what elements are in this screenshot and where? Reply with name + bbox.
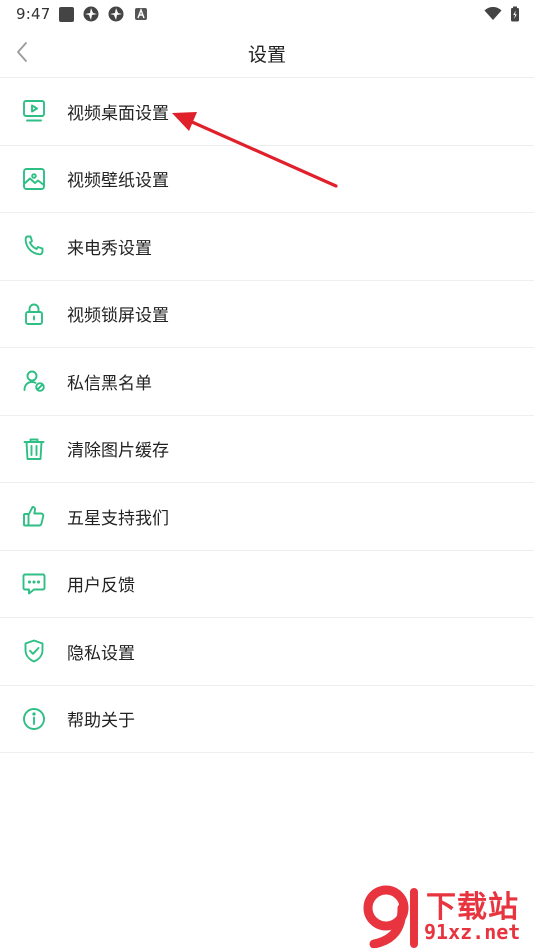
settings-item-label: 视频壁纸设置	[67, 171, 169, 192]
settings-list: 视频桌面设置 视频壁纸设置 来电秀设置 视频锁屏设置 私信黑名单 清除图片缓存 …	[0, 78, 534, 753]
status-time: 9:47	[16, 5, 51, 23]
settings-item-label: 来电秀设置	[67, 238, 152, 259]
settings-item-label: 清除图片缓存	[67, 441, 169, 462]
watermark-logo: 下载站 91xz.net	[360, 882, 530, 948]
aperture-icon	[108, 6, 124, 22]
user-block-icon	[21, 368, 47, 394]
shield-check-icon	[21, 638, 47, 664]
settings-item-label: 视频桌面设置	[67, 103, 169, 124]
wallpaper-icon	[21, 166, 47, 192]
lock-icon	[21, 301, 47, 327]
wifi-icon	[484, 7, 502, 20]
thumbs-up-icon	[21, 503, 47, 529]
status-left: 9:47	[16, 5, 149, 23]
settings-item-label: 隐私设置	[67, 643, 135, 664]
watermark-91-logo-icon	[363, 885, 418, 948]
status-right	[484, 6, 520, 22]
settings-item-clear-image-cache[interactable]: 清除图片缓存	[0, 416, 534, 483]
settings-item-video-wallpaper[interactable]: 视频壁纸设置	[0, 146, 534, 213]
settings-item-user-feedback[interactable]: 用户反馈	[0, 551, 534, 618]
settings-item-help-about[interactable]: 帮助关于	[0, 686, 534, 753]
a-letter-icon	[135, 8, 148, 20]
info-icon	[21, 706, 47, 732]
header-bar: 设置	[0, 28, 534, 78]
aperture-icon	[83, 6, 99, 22]
chat-bubble-icon	[21, 571, 47, 597]
page-title: 设置	[247, 44, 286, 66]
watermark-text-bottom: 91xz.net	[424, 920, 521, 944]
phone-icon	[21, 233, 47, 259]
settings-item-label: 用户反馈	[67, 576, 135, 597]
settings-item-video-desktop[interactable]: 视频桌面设置	[0, 78, 534, 146]
settings-item-call-show[interactable]: 来电秀设置	[0, 213, 534, 281]
battery-charging-icon	[511, 6, 519, 22]
settings-item-five-star-support[interactable]: 五星支持我们	[0, 483, 534, 551]
settings-item-label: 帮助关于	[67, 711, 135, 732]
trash-icon	[21, 436, 47, 462]
settings-item-label: 私信黑名单	[67, 373, 152, 394]
video-desktop-icon	[21, 98, 47, 124]
settings-item-message-blacklist[interactable]: 私信黑名单	[0, 348, 534, 416]
settings-item-label: 五星支持我们	[67, 508, 169, 529]
settings-item-privacy[interactable]: 隐私设置	[0, 618, 534, 686]
settings-item-video-lockscreen[interactable]: 视频锁屏设置	[0, 281, 534, 348]
status-bar: 9:47	[0, 0, 534, 28]
notification-square-icon	[59, 6, 75, 22]
settings-item-label: 视频锁屏设置	[67, 306, 169, 327]
